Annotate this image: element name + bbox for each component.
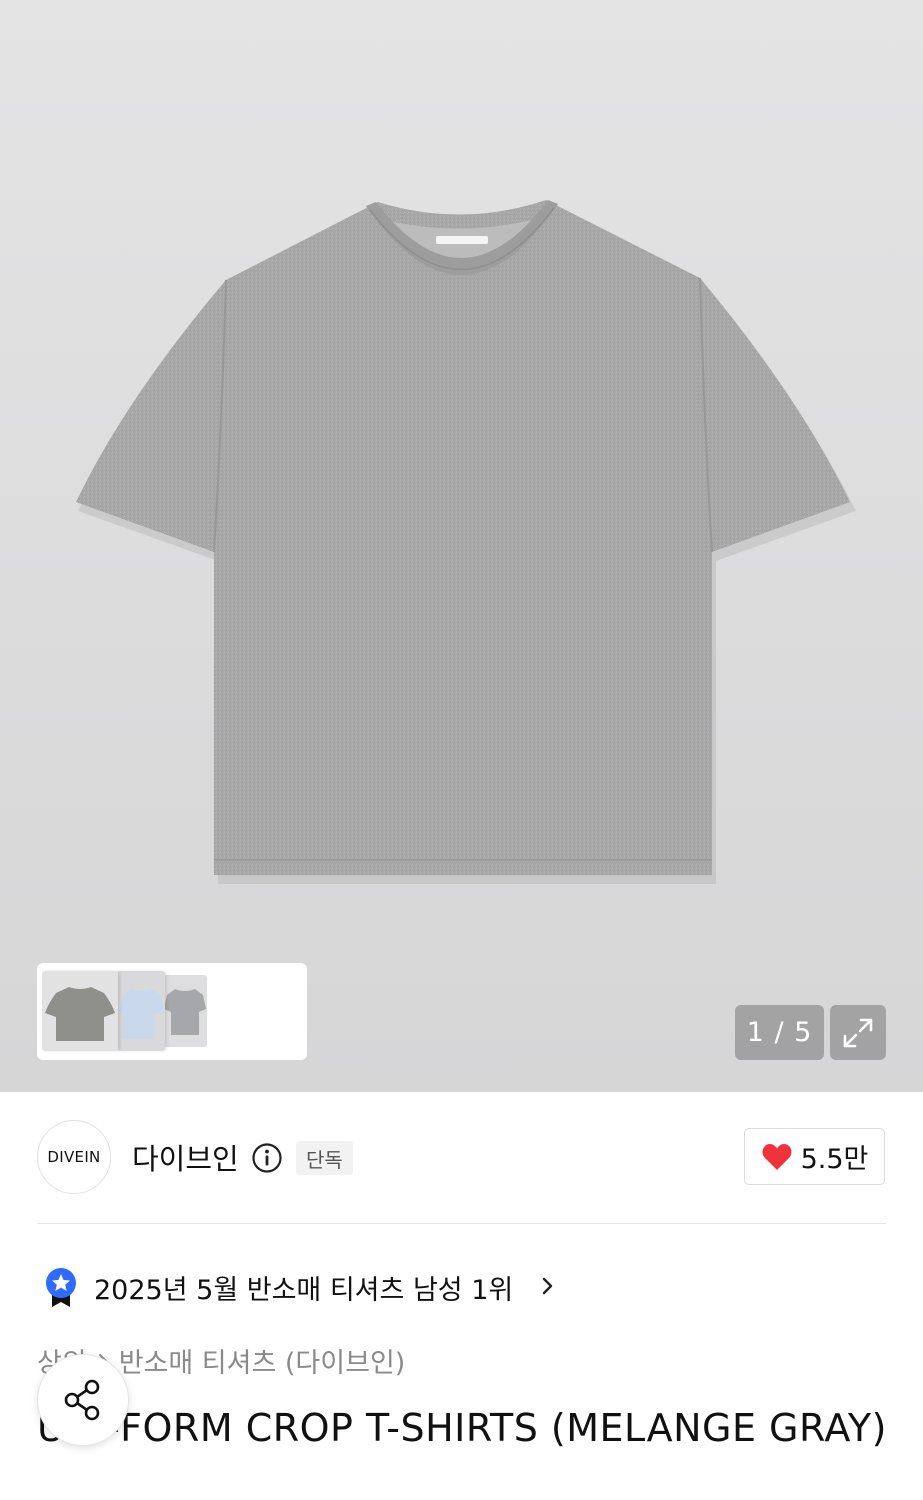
exclusive-badge: 단독 xyxy=(296,1141,353,1175)
brand-logo[interactable]: DIVEIN xyxy=(37,1120,111,1194)
divider xyxy=(37,1223,886,1224)
heart-icon xyxy=(762,1143,792,1170)
expand-button[interactable] xyxy=(830,1005,886,1060)
thumbnail-image xyxy=(164,989,206,1035)
star-badge-icon xyxy=(46,1268,76,1307)
like-button[interactable]: 5.5만 xyxy=(744,1128,885,1185)
thumbnail-strip xyxy=(37,963,307,1060)
expand-arrows-icon xyxy=(843,1018,873,1047)
thumbnail-melange-tee[interactable] xyxy=(163,975,207,1047)
thumbnail-image xyxy=(45,987,115,1041)
chevron-right-icon[interactable] xyxy=(540,1276,556,1296)
product-image[interactable] xyxy=(0,0,923,1092)
brand-name[interactable]: 다이브인 xyxy=(132,1136,239,1178)
image-counter: 1 / 5 xyxy=(735,1005,824,1060)
product-title: UNI-FORM CROP T-SHIRTS (MELANGE GRAY) xyxy=(37,1406,887,1450)
share-button[interactable] xyxy=(37,1354,129,1446)
info-circle-icon[interactable] xyxy=(251,1142,283,1174)
thumbnail-gray-tee[interactable] xyxy=(42,971,118,1051)
thumbnail-image xyxy=(119,989,163,1039)
like-count: 5.5만 xyxy=(800,1144,869,1175)
ranking-text[interactable]: 2025년 5월 반소매 티셔츠 남성 1위 xyxy=(94,1268,513,1307)
thumbnail-light-blue-tee[interactable] xyxy=(117,971,165,1051)
share-icon xyxy=(64,1379,100,1421)
brand-logo-text: DIVEIN xyxy=(47,1148,101,1166)
breadcrumb-item-subcategory[interactable]: 반소매 티셔츠 (다이브인) xyxy=(119,1341,406,1380)
product-image-gallery[interactable]: 1 / 5 xyxy=(0,0,923,1092)
